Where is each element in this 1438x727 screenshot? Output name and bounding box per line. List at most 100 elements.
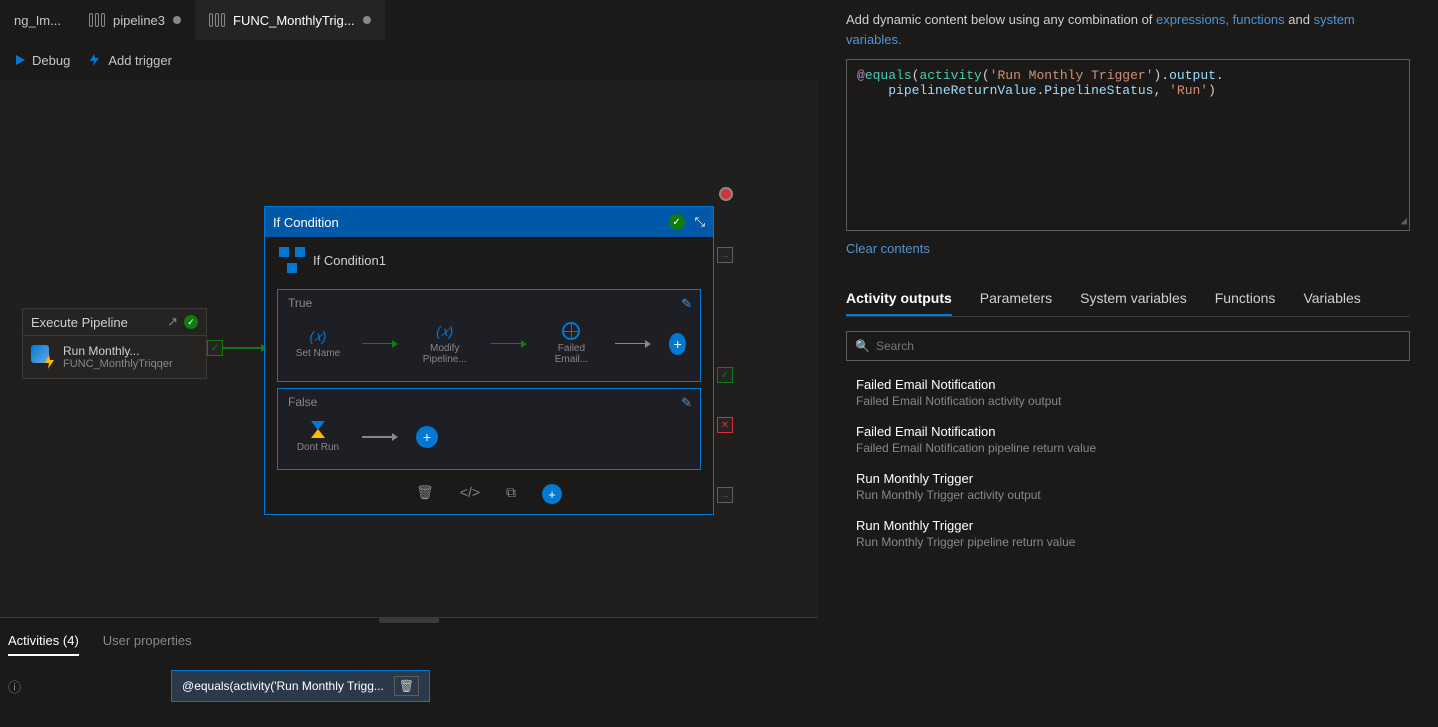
bottom-panel: Activities (4) User properties ⓘ @equals…: [0, 617, 818, 727]
tab-activities[interactable]: Activities (4): [8, 633, 79, 656]
code-icon[interactable]: </>: [460, 484, 480, 504]
result-subtitle: Failed Email Notification activity outpu…: [856, 394, 1410, 408]
web-icon: [562, 322, 580, 340]
expression-text: @equals(activity('Run Monthly Trigg...: [182, 679, 384, 693]
expression-pill[interactable]: @equals(activity('Run Monthly Trigg... 🗑: [171, 670, 430, 702]
search-input[interactable]: [876, 339, 1401, 353]
activity-failed-email[interactable]: Failed Email...: [545, 322, 597, 365]
tab-variables[interactable]: Variables: [1303, 282, 1360, 316]
result-subtitle: Run Monthly Trigger pipeline return valu…: [856, 535, 1410, 549]
result-title: Run Monthly Trigger: [856, 471, 1410, 486]
result-subtitle: Run Monthly Trigger activity output: [856, 488, 1410, 502]
if-title: If Condition1: [313, 253, 386, 268]
pipeline-icon: [209, 13, 225, 27]
execute-pipeline-node[interactable]: Execute Pipeline ↗ ✓ Run Monthly... FUNC…: [22, 308, 207, 379]
status-ok-icon: ✓: [184, 315, 198, 329]
result-subtitle: Failed Email Notification pipeline retur…: [856, 441, 1410, 455]
edit-branch-icon[interactable]: ✎: [681, 395, 692, 411]
wait-icon: [311, 421, 325, 439]
add-activity-button[interactable]: +: [669, 333, 686, 355]
tab-parameters[interactable]: Parameters: [980, 282, 1052, 316]
tab-pipeline3[interactable]: pipeline3: [75, 0, 195, 40]
expression-editor[interactable]: @equals(activity('Run Monthly Trigger').…: [846, 59, 1410, 231]
act-label: Dont Run: [297, 442, 339, 453]
arrow-icon: [362, 433, 398, 441]
tab-label: pipeline3: [113, 13, 165, 28]
port-skip-icon[interactable]: [717, 487, 733, 503]
tab-functions[interactable]: Functions: [1215, 282, 1276, 316]
dynamic-content-tabs: Activity outputs Parameters System varia…: [846, 282, 1410, 317]
tab-prev[interactable]: ng_Im...: [0, 0, 75, 40]
dynamic-content-panel: Add dynamic content below using any comb…: [818, 0, 1438, 727]
true-branch[interactable]: ✎ True (𝑥) Set Name (𝑥) Modify Pipeline.…: [277, 289, 701, 382]
tab-label: ng_Im...: [14, 13, 61, 28]
output-ports: [717, 247, 733, 503]
connector-success: ✓: [207, 340, 267, 356]
tab-label: FUNC_MonthlyTrig...: [233, 13, 355, 28]
expressions-link[interactable]: expressions, functions: [1156, 12, 1285, 27]
node-footer-toolbar: 🗑 </> ⧉ +: [265, 476, 713, 514]
if-condition-node[interactable]: If Condition ✓ ⤡ If Condition1 ✎ True (𝑥…: [264, 206, 714, 515]
dirty-dot-icon: [363, 16, 371, 24]
validation-ok-icon: ✓: [669, 214, 685, 230]
if-condition-icon: [279, 247, 305, 273]
collapse-icon[interactable]: ⤡: [695, 214, 705, 230]
delete-expression-icon[interactable]: 🗑: [394, 676, 419, 696]
debug-label: Debug: [32, 53, 70, 68]
add-trigger-button[interactable]: Add trigger: [88, 53, 172, 68]
false-branch[interactable]: ✎ False Dont Run +: [277, 388, 701, 470]
search-icon: 🔍: [855, 339, 870, 353]
tab-activity-outputs[interactable]: Activity outputs: [846, 282, 952, 316]
list-item[interactable]: Run Monthly Trigger Run Monthly Trigger …: [856, 518, 1410, 549]
act-label: Set Name: [296, 348, 340, 359]
port-failure-icon[interactable]: [717, 417, 733, 433]
list-item[interactable]: Failed Email Notification Failed Email N…: [856, 377, 1410, 408]
act-label: Failed Email...: [545, 343, 597, 365]
tab-user-properties[interactable]: User properties: [103, 633, 192, 656]
exec-subtitle: FUNC_MonthlyTriqqer: [63, 358, 173, 370]
resize-handle-icon[interactable]: ◢: [1400, 214, 1407, 228]
list-item[interactable]: Failed Email Notification Failed Email N…: [856, 424, 1410, 455]
arrow-icon: [491, 340, 527, 348]
tab-strip: ng_Im... pipeline3 FUNC_MonthlyTrig...: [0, 0, 818, 40]
result-title: Failed Email Notification: [856, 424, 1410, 439]
add-button[interactable]: +: [542, 484, 562, 504]
variable-icon: (𝑥): [309, 328, 326, 345]
add-activity-button[interactable]: +: [416, 426, 438, 448]
act-label: Modify Pipeline...: [416, 343, 473, 365]
variable-icon: (𝑥): [436, 323, 453, 340]
delete-icon[interactable]: 🗑: [416, 484, 434, 504]
debug-button[interactable]: Debug: [14, 53, 70, 68]
arrow-icon: [362, 340, 398, 348]
list-item[interactable]: Run Monthly Trigger Run Monthly Trigger …: [856, 471, 1410, 502]
toolbar: Debug Add trigger: [0, 40, 818, 80]
add-trigger-label: Add trigger: [108, 53, 172, 68]
activity-set-name[interactable]: (𝑥) Set Name: [292, 328, 344, 359]
status-indicator-icon: [719, 187, 733, 201]
arrow-icon: [615, 340, 651, 348]
clear-contents-link[interactable]: Clear contents: [846, 241, 1410, 256]
if-header-label: If Condition: [273, 215, 339, 230]
true-label: True: [278, 290, 700, 312]
instruction-text: Add dynamic content below using any comb…: [846, 10, 1410, 49]
result-title: Failed Email Notification: [856, 377, 1410, 392]
info-icon: ⓘ: [8, 677, 21, 696]
search-box[interactable]: 🔍: [846, 331, 1410, 361]
open-link-icon[interactable]: ↗: [167, 314, 178, 330]
copy-icon[interactable]: ⧉: [506, 484, 516, 504]
tab-system-variables[interactable]: System variables: [1080, 282, 1187, 316]
port-success-icon[interactable]: [717, 367, 733, 383]
pipeline-icon: [89, 13, 105, 27]
false-label: False: [278, 389, 700, 411]
edit-branch-icon[interactable]: ✎: [681, 296, 692, 312]
port-completion-icon[interactable]: [717, 247, 733, 263]
activity-dont-run[interactable]: Dont Run: [292, 421, 344, 453]
result-title: Run Monthly Trigger: [856, 518, 1410, 533]
dirty-dot-icon: [173, 16, 181, 24]
exec-header-label: Execute Pipeline: [31, 315, 128, 330]
pipeline-canvas[interactable]: Execute Pipeline ↗ ✓ Run Monthly... FUNC…: [0, 80, 818, 617]
exec-title: Run Monthly...: [63, 344, 173, 358]
tab-func-monthly[interactable]: FUNC_MonthlyTrig...: [195, 0, 385, 40]
activity-output-list: Failed Email Notification Failed Email N…: [846, 377, 1410, 549]
activity-modify-pipeline[interactable]: (𝑥) Modify Pipeline...: [416, 323, 473, 365]
